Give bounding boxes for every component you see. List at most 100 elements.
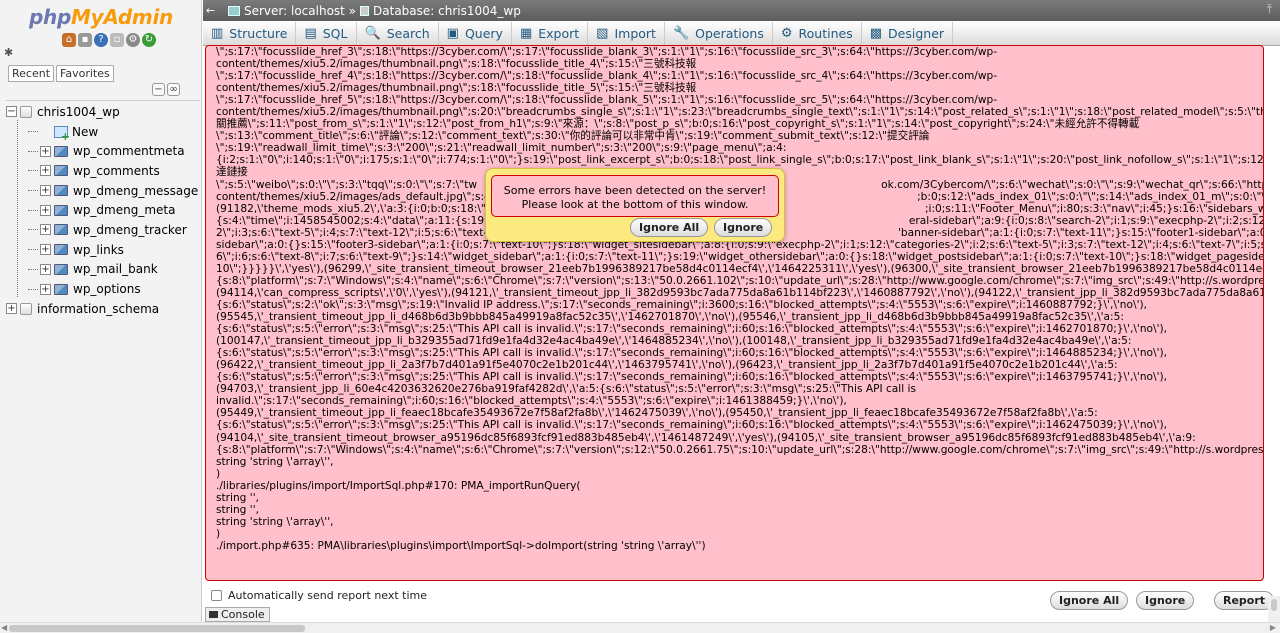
tree-connector-line bbox=[17, 120, 18, 297]
auto-send-option[interactable]: Automatically send report next time bbox=[211, 589, 427, 602]
expand-icon[interactable]: + bbox=[6, 303, 17, 315]
expand-icon[interactable]: + bbox=[40, 263, 51, 275]
tree-item-label[interactable]: wp_dmeng_tracker bbox=[73, 223, 187, 237]
error-trace-line: {s:6:\"status\";s:5:\"error\";s:3:\"msg\… bbox=[216, 371, 1168, 384]
table-icon[interactable] bbox=[54, 283, 68, 295]
breadcrumb-database[interactable]: Database: chris1004_wp bbox=[373, 4, 521, 18]
tree-table-item[interactable]: + wp_comments bbox=[6, 161, 200, 181]
error-trace-line: {s:6:\"status\";s:5:\"error\";s:3:\"msg\… bbox=[216, 323, 1168, 336]
tree-table-item[interactable]: + wp_dmeng_tracker bbox=[6, 220, 200, 240]
expand-icon[interactable]: + bbox=[40, 165, 51, 177]
settings-icon[interactable]: ⚙ bbox=[126, 33, 140, 47]
ignore-button[interactable]: Ignore bbox=[1136, 591, 1195, 610]
expand-icon[interactable]: + bbox=[40, 244, 51, 256]
collapse-all-icon[interactable]: − bbox=[152, 83, 165, 96]
tab-operations[interactable]: 🔧 Operations bbox=[665, 22, 773, 45]
modal-ignore-all-button[interactable]: Ignore All bbox=[630, 218, 709, 237]
auto-send-checkbox[interactable] bbox=[211, 590, 222, 601]
link-with-main-icon[interactable]: ∞ bbox=[167, 83, 180, 96]
home-icon[interactable]: ⌂ bbox=[62, 33, 76, 47]
phpmyadmin-logo[interactable]: phpMyAdmin bbox=[0, 5, 201, 29]
back-arrow-icon[interactable]: ← bbox=[203, 4, 218, 17]
error-trace-line: \";s:13:\"comment_title\";s:6:\"評論\";s:1… bbox=[216, 130, 930, 143]
expand-icon[interactable]: + bbox=[40, 185, 51, 197]
tab-favorites[interactable]: Favorites bbox=[56, 65, 114, 82]
tab-export[interactable]: ▦ Export bbox=[512, 22, 589, 45]
vertical-scrollbar[interactable] bbox=[1268, 596, 1280, 622]
docs-icon[interactable]: ▫ bbox=[110, 33, 124, 47]
tab-structure[interactable]: ▥ Structure bbox=[203, 22, 297, 45]
tree-table-item[interactable]: + wp_options bbox=[6, 279, 200, 299]
scroll-right-icon[interactable]: ▶ bbox=[1270, 623, 1276, 632]
tab-import[interactable]: ▧ Import bbox=[588, 22, 665, 45]
tab-search[interactable]: 🔍 Search bbox=[357, 22, 439, 45]
error-trace-line: \";s:17:\"focusslide_href_3\";s:18:\"htt… bbox=[216, 46, 998, 58]
report-button[interactable]: Report bbox=[1214, 591, 1275, 610]
breadcrumb-server[interactable]: Server: localhost » bbox=[244, 4, 356, 18]
tab-label: Structure bbox=[229, 26, 288, 41]
tree-item-label[interactable]: wp_comments bbox=[73, 164, 160, 178]
reload-icon[interactable]: ↻ bbox=[142, 33, 156, 47]
tab-query[interactable]: ▣ Query bbox=[439, 22, 512, 45]
table-icon[interactable] bbox=[54, 145, 68, 157]
tree-item-label[interactable]: wp_commentmeta bbox=[73, 144, 185, 158]
help-icon[interactable]: ? bbox=[94, 33, 108, 47]
tab-sql[interactable]: ▤ SQL bbox=[296, 22, 357, 45]
breadcrumb: Server: localhost » Database: chris1004_… bbox=[228, 4, 521, 18]
vertical-scroll-thumb[interactable] bbox=[1271, 599, 1277, 611]
modal-ignore-button[interactable]: Ignore bbox=[714, 218, 773, 237]
tree-item-label[interactable]: wp_mail_bank bbox=[73, 262, 158, 276]
ignore-all-button[interactable]: Ignore All bbox=[1050, 591, 1129, 610]
scroll-left-icon[interactable]: ◀ bbox=[1, 623, 7, 632]
tree-branch-line bbox=[28, 131, 38, 133]
tree-item-label[interactable]: wp_dmeng_meta bbox=[73, 203, 175, 217]
tree-item-label[interactable]: wp_links bbox=[73, 243, 124, 257]
tab-designer[interactable]: ▩ Designer bbox=[862, 22, 954, 45]
tree-item-label[interactable]: wp_options bbox=[73, 282, 141, 296]
tree-item-label[interactable]: New bbox=[72, 125, 98, 139]
expand-icon[interactable]: + bbox=[40, 224, 51, 236]
error-trace-line: (96422,\'_transient_timeout_jpp_li_2a3f7… bbox=[216, 359, 1118, 372]
logout-icon[interactable]: ▪ bbox=[78, 33, 92, 47]
console-toggle[interactable]: Console bbox=[205, 607, 270, 622]
search-icon: 🔍 bbox=[364, 26, 381, 41]
table-icon[interactable] bbox=[54, 204, 68, 216]
expand-icon[interactable]: + bbox=[40, 204, 51, 216]
table-icon[interactable] bbox=[54, 185, 68, 197]
routines-icon: ⚙ bbox=[780, 26, 793, 41]
tree-table-item[interactable]: + wp_dmeng_message bbox=[6, 181, 200, 201]
horizontal-scrollbar[interactable]: ◀ ▶ bbox=[0, 622, 1280, 633]
tab-label: Import bbox=[614, 26, 656, 41]
error-trace-line: 6\";i:6;s:6:\"text-8\";i:7;s:6:\"text-9\… bbox=[216, 250, 1263, 263]
loading-spinner-icon: ✱ bbox=[4, 46, 14, 59]
tree-database-item[interactable]: + information_schema bbox=[6, 299, 200, 319]
tree-new-item[interactable]: New bbox=[6, 122, 200, 143]
tab-recent[interactable]: Recent bbox=[8, 65, 55, 82]
tab-label: Routines bbox=[798, 26, 853, 41]
tree-item-label[interactable]: information_schema bbox=[37, 302, 159, 316]
table-icon[interactable] bbox=[54, 263, 68, 275]
error-trace-line: \";s:19:\"readwall_limit_time\";s:3:\"20… bbox=[216, 142, 787, 155]
tree-table-item[interactable]: + wp_mail_bank bbox=[6, 260, 200, 280]
tree-item-label[interactable]: chris1004_wp bbox=[37, 105, 120, 119]
maximize-icon[interactable]: ⤒ bbox=[1267, 2, 1272, 17]
tree-item-label[interactable]: wp_dmeng_message bbox=[73, 184, 198, 198]
horizontal-scroll-thumb[interactable] bbox=[9, 625, 305, 632]
new-table-icon[interactable] bbox=[54, 125, 70, 143]
tree-table-item[interactable]: + wp_links bbox=[6, 240, 200, 260]
error-trace-text: \";s:17:\"focusslide_href_3\";s:18:\"htt… bbox=[206, 46, 1263, 580]
expand-icon[interactable]: + bbox=[40, 145, 51, 157]
tree-table-item[interactable]: + wp_commentmeta bbox=[6, 141, 200, 161]
tab-routines[interactable]: ⚙ Routines bbox=[773, 22, 862, 45]
table-icon[interactable] bbox=[54, 244, 68, 256]
database-icon[interactable] bbox=[20, 105, 32, 118]
collapse-icon[interactable]: − bbox=[6, 106, 17, 118]
table-icon[interactable] bbox=[54, 224, 68, 236]
tree-database-item[interactable]: − chris1004_wp bbox=[6, 102, 200, 122]
tree-table-item[interactable]: + wp_dmeng_meta bbox=[6, 200, 200, 220]
error-trace-line: {s:6:\"status\";s:5:\"error\";s:3:\"msg\… bbox=[216, 419, 1168, 432]
database-icon[interactable] bbox=[20, 302, 32, 315]
error-trace-line: (94703,\'_transient_jpp_li_60e4c42036326… bbox=[216, 383, 916, 396]
expand-icon[interactable]: + bbox=[40, 283, 51, 295]
table-icon[interactable] bbox=[54, 165, 68, 177]
